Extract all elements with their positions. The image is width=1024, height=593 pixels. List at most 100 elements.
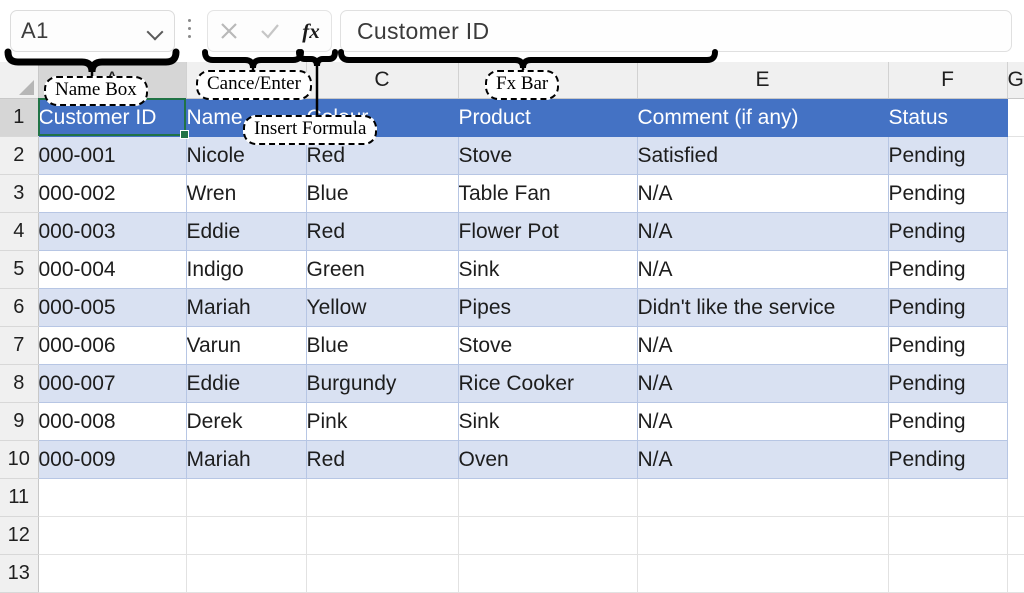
cell-g2[interactable] (1007, 136, 1024, 175)
cell-e11[interactable] (637, 478, 889, 517)
row-header-7[interactable]: 7 (0, 326, 39, 365)
fx-icon[interactable]: fx (296, 16, 326, 46)
header-cell-status[interactable]: Status (888, 98, 1008, 137)
cell-f2[interactable]: Pending (888, 136, 1008, 175)
cell-a2[interactable]: 000-001 (38, 136, 187, 175)
cell-b6[interactable]: Mariah (186, 288, 307, 327)
cell-g10[interactable] (1007, 440, 1024, 479)
formula-input[interactable]: Customer ID (340, 10, 1012, 52)
cell-f12[interactable] (888, 516, 1008, 555)
cell-f6[interactable]: Pending (888, 288, 1008, 327)
chevron-down-icon[interactable] (147, 23, 164, 40)
cell-a8[interactable]: 000-007 (38, 364, 187, 403)
cell-g13[interactable] (1007, 554, 1024, 593)
cell-d11[interactable] (458, 478, 638, 517)
cell-a11[interactable] (38, 478, 187, 517)
cell-g5[interactable] (1007, 250, 1024, 289)
cell-f5[interactable]: Pending (888, 250, 1008, 289)
header-cell-comment[interactable]: Comment (if any) (637, 98, 889, 137)
cell-c5[interactable]: Green (306, 250, 459, 289)
cell-d9[interactable]: Sink (458, 402, 638, 441)
cell-a3[interactable]: 000-002 (38, 174, 187, 213)
cell-e13[interactable] (637, 554, 889, 593)
cell-e12[interactable] (637, 516, 889, 555)
cell-f11[interactable] (888, 478, 1008, 517)
cell-d8[interactable]: Rice Cooker (458, 364, 638, 403)
cell-e10[interactable]: N/A (637, 440, 889, 479)
cell-a13[interactable] (38, 554, 187, 593)
cell-g9[interactable] (1007, 402, 1024, 441)
cell-f10[interactable]: Pending (888, 440, 1008, 479)
column-header-c[interactable]: C (306, 62, 459, 99)
cell-d12[interactable] (458, 516, 638, 555)
cell-c8[interactable]: Burgundy (306, 364, 459, 403)
row-header-10[interactable]: 10 (0, 440, 39, 479)
cell-b5[interactable]: Indigo (186, 250, 307, 289)
cell-e6[interactable]: Didn't like the service (637, 288, 889, 327)
cell-f13[interactable] (888, 554, 1008, 593)
cell-e9[interactable]: N/A (637, 402, 889, 441)
row-header-6[interactable]: 6 (0, 288, 39, 327)
column-header-e[interactable]: E (637, 62, 889, 99)
cell-a12[interactable] (38, 516, 187, 555)
cell-c13[interactable] (306, 554, 459, 593)
cell-e4[interactable]: N/A (637, 212, 889, 251)
cell-b7[interactable]: Varun (186, 326, 307, 365)
row-header-4[interactable]: 4 (0, 212, 39, 251)
name-box[interactable]: A1 (10, 10, 175, 52)
row-header-8[interactable]: 8 (0, 364, 39, 403)
cell-e5[interactable]: N/A (637, 250, 889, 289)
cell-f7[interactable]: Pending (888, 326, 1008, 365)
row-header-12[interactable]: 12 (0, 516, 39, 555)
vertical-ellipsis-icon[interactable] (188, 19, 192, 43)
cell-a10[interactable]: 000-009 (38, 440, 187, 479)
cell-a7[interactable]: 000-006 (38, 326, 187, 365)
cell-c12[interactable] (306, 516, 459, 555)
column-header-f[interactable]: F (888, 62, 1008, 99)
cell-c9[interactable]: Pink (306, 402, 459, 441)
row-header-3[interactable]: 3 (0, 174, 39, 213)
cell-b3[interactable]: Wren (186, 174, 307, 213)
select-all-corner[interactable] (0, 62, 39, 99)
cell-c10[interactable]: Red (306, 440, 459, 479)
header-cell-product[interactable]: Product (458, 98, 638, 137)
cell-d5[interactable]: Sink (458, 250, 638, 289)
cell-g11[interactable] (1007, 478, 1024, 517)
row-header-13[interactable]: 13 (0, 554, 39, 593)
cell-f9[interactable]: Pending (888, 402, 1008, 441)
cell-g7[interactable] (1007, 326, 1024, 365)
column-header-g[interactable]: G (1007, 62, 1024, 99)
cell-a9[interactable]: 000-008 (38, 402, 187, 441)
cell-b11[interactable] (186, 478, 307, 517)
cell-c11[interactable] (306, 478, 459, 517)
cell-e7[interactable]: N/A (637, 326, 889, 365)
cell-g4[interactable] (1007, 212, 1024, 251)
cell-c7[interactable]: Blue (306, 326, 459, 365)
cell-g3[interactable] (1007, 174, 1024, 213)
cell-g8[interactable] (1007, 364, 1024, 403)
cell-c6[interactable]: Yellow (306, 288, 459, 327)
cell-d3[interactable]: Table Fan (458, 174, 638, 213)
cell-d7[interactable]: Stove (458, 326, 638, 365)
cell-b8[interactable]: Eddie (186, 364, 307, 403)
cell-a4[interactable]: 000-003 (38, 212, 187, 251)
cell-d13[interactable] (458, 554, 638, 593)
cell-a6[interactable]: 000-005 (38, 288, 187, 327)
cell-b13[interactable] (186, 554, 307, 593)
cell-a5[interactable]: 000-004 (38, 250, 187, 289)
cell-d2[interactable]: Stove (458, 136, 638, 175)
enter-check-icon[interactable] (255, 16, 285, 46)
row-header-1[interactable]: 1 (0, 98, 39, 137)
cell-c3[interactable]: Blue (306, 174, 459, 213)
row-header-5[interactable]: 5 (0, 250, 39, 289)
cell-b9[interactable]: Derek (186, 402, 307, 441)
row-header-11[interactable]: 11 (0, 478, 39, 517)
cell-d10[interactable]: Oven (458, 440, 638, 479)
cell-g6[interactable] (1007, 288, 1024, 327)
cell-d6[interactable]: Pipes (458, 288, 638, 327)
row-header-9[interactable]: 9 (0, 402, 39, 441)
cell-e8[interactable]: N/A (637, 364, 889, 403)
cancel-x-icon[interactable] (214, 16, 244, 46)
cell-b10[interactable]: Mariah (186, 440, 307, 479)
fill-handle[interactable] (180, 130, 189, 139)
